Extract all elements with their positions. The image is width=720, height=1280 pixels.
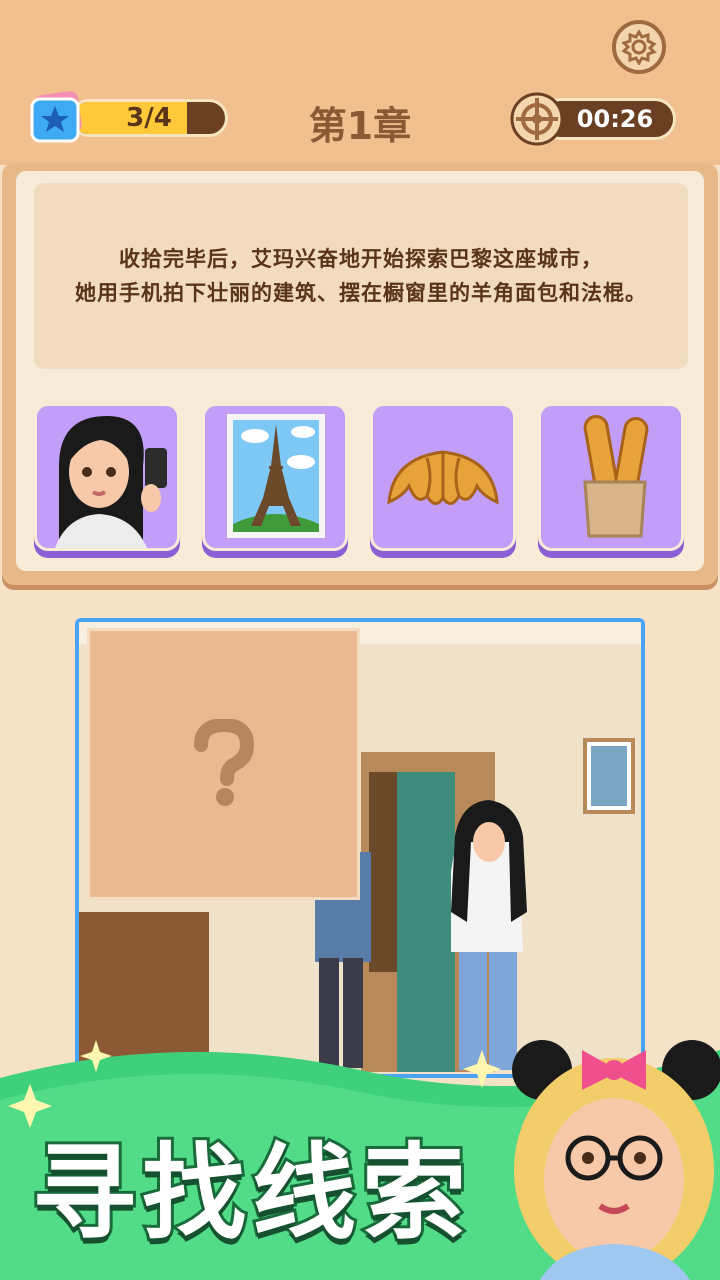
gear-icon — [621, 29, 657, 65]
girl-with-bow-avatar — [512, 1040, 720, 1280]
woman-with-phone-icon — [55, 416, 167, 548]
banner-title: 寻找线索 — [29, 1129, 473, 1257]
question-mark-icon — [193, 719, 254, 806]
mystery-tile[interactable] — [87, 628, 360, 900]
story-panel: 收拾完毕后，艾玛兴奋地开始探索巴黎这座城市， 她用手机拍下壮丽的建筑、摆在橱窗里… — [2, 163, 718, 585]
timer: 00:26 — [510, 92, 676, 146]
story-panel-inner: 收拾完毕后，艾玛兴奋地开始探索巴黎这座城市， 她用手机拍下壮丽的建筑、摆在橱窗里… — [16, 171, 704, 571]
target-icon — [510, 92, 564, 146]
clue-card-croissant[interactable] — [370, 403, 516, 551]
croissant-icon — [387, 450, 499, 505]
story-line-2: 她用手机拍下壮丽的建筑、摆在橱窗里的羊角面包和法棍。 — [75, 281, 647, 305]
settings-button[interactable] — [612, 20, 666, 74]
baguettes-icon — [583, 415, 649, 538]
clue-card-baguettes[interactable] — [538, 403, 684, 551]
clue-card-woman[interactable] — [34, 403, 180, 551]
clue-card-eiffel[interactable] — [202, 403, 348, 551]
story-text-box: 收拾完毕后，艾玛兴奋地开始探索巴黎这座城市， 她用手机拍下壮丽的建筑、摆在橱窗里… — [34, 183, 688, 369]
eiffel-tower-icon — [227, 414, 325, 538]
story-line-1: 收拾完毕后，艾玛兴奋地开始探索巴黎这座城市， — [119, 247, 603, 271]
